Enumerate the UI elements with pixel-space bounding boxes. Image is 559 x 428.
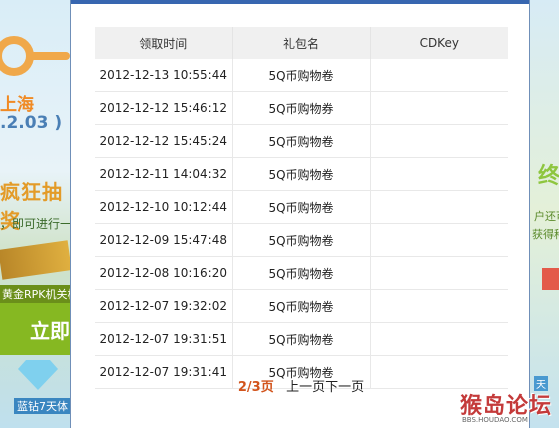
ring-line-decoration: [30, 52, 70, 60]
dialog-top-bar: [71, 0, 529, 4]
cell-cdkey: [370, 223, 508, 257]
cell-cdkey: [370, 322, 508, 356]
column-header-cdkey: CDKey: [370, 27, 508, 59]
event-description-text: ，即可进行一: [0, 217, 70, 231]
current-page-indicator: 2/3页: [237, 380, 274, 395]
right-text-2: 获得种: [532, 228, 559, 241]
event-city-text: 上海: [0, 95, 34, 115]
cell-cdkey: [370, 59, 508, 92]
cell-time: 2012-12-07 19:32:02: [95, 289, 233, 323]
cell-gift: 5Q币购物卷: [232, 190, 371, 224]
watermark-url: BBS.HOUDAO.COM: [462, 416, 528, 424]
gift-log-dialog: 领取时间 礼包名 CDKey 2012-12-13 10:55:44 5Q币购物卷…: [70, 0, 530, 428]
cell-time: 2012-12-12 15:46:12: [95, 91, 233, 125]
cell-time: 2012-12-09 15:47:48: [95, 223, 233, 257]
diamond-prize-label: 蓝钻7天体: [14, 398, 70, 414]
event-date-text: .2.03 ): [0, 113, 63, 133]
cell-gift: 5Q币购物券: [232, 91, 371, 125]
ring-decoration: [0, 36, 34, 76]
column-header-gift: 礼包名: [232, 27, 371, 59]
column-header-time: 领取时间: [95, 27, 233, 59]
cell-gift: 5Q币购物卷: [232, 289, 371, 323]
cell-gift: 5Q币购物卷: [232, 223, 371, 257]
gift-log-table: 领取时间 礼包名 CDKey 2012-12-13 10:55:44 5Q币购物卷…: [95, 27, 508, 389]
cell-time: 2012-12-11 14:04:32: [95, 157, 233, 191]
table-row: 2012-12-12 15:46:12 5Q币购物券: [95, 91, 508, 125]
cell-time: 2012-12-10 10:12:44: [95, 190, 233, 224]
cell-cdkey: [370, 289, 508, 323]
diamond-icon: [18, 360, 58, 390]
table-row: 2012-12-09 15:47:48 5Q币购物卷: [95, 223, 508, 257]
next-page-link[interactable]: 下一页: [325, 380, 364, 395]
cell-gift: 5Q币购物卷: [232, 59, 371, 92]
table-row: 2012-12-13 10:55:44 5Q币购物卷: [95, 59, 508, 92]
gun-image: [0, 240, 70, 280]
background-page-right: 终 户还可 获得种 天: [530, 0, 559, 428]
forum-watermark: 猴岛论坛 BBS.HOUDAO.COM: [460, 388, 552, 424]
right-text-1: 户还可: [534, 210, 559, 223]
cell-cdkey: [370, 124, 508, 158]
table-row: 2012-12-08 10:16:20 5Q币购物卷: [95, 256, 508, 290]
cell-cdkey: [370, 157, 508, 191]
cell-gift: 5Q币购物卷: [232, 322, 371, 356]
cell-time: 2012-12-08 10:16:20: [95, 256, 233, 290]
prev-page-link[interactable]: 上一页: [286, 380, 325, 395]
cell-cdkey: [370, 190, 508, 224]
table-header-row: 领取时间 礼包名 CDKey: [95, 27, 508, 59]
cell-gift: 5Q币购物卷: [232, 124, 371, 158]
table-row: 2012-12-12 15:45:24 5Q币购物卷: [95, 124, 508, 158]
red-banner: [542, 268, 559, 290]
cell-time: 2012-12-13 10:55:44: [95, 59, 233, 92]
table-row: 2012-12-07 19:32:02 5Q币购物卷: [95, 289, 508, 323]
table-row: 2012-12-07 19:31:51 5Q币购物卷: [95, 322, 508, 356]
cell-cdkey: [370, 91, 508, 125]
end-heading: 终: [538, 164, 559, 189]
cell-time: 2012-12-07 19:31:51: [95, 322, 233, 356]
go-button-bg: 立即: [0, 303, 70, 355]
cell-gift: 5Q币购物卷: [232, 157, 371, 191]
cell-gift: 5Q币购物卷: [232, 256, 371, 290]
background-page-left: 上海 .2.03 ) 疯狂抽奖 ，即可进行一 黄金RPK机关枪 立即 蓝钻7天体: [0, 0, 70, 428]
table-row: 2012-12-10 10:12:44 5Q币购物卷: [95, 190, 508, 224]
table-row: 2012-12-11 14:04:32 5Q币购物卷: [95, 157, 508, 191]
cell-time: 2012-12-12 15:45:24: [95, 124, 233, 158]
go-button-label: 立即: [30, 319, 70, 343]
cell-cdkey: [370, 256, 508, 290]
prize-label: 黄金RPK机关枪: [0, 285, 70, 303]
